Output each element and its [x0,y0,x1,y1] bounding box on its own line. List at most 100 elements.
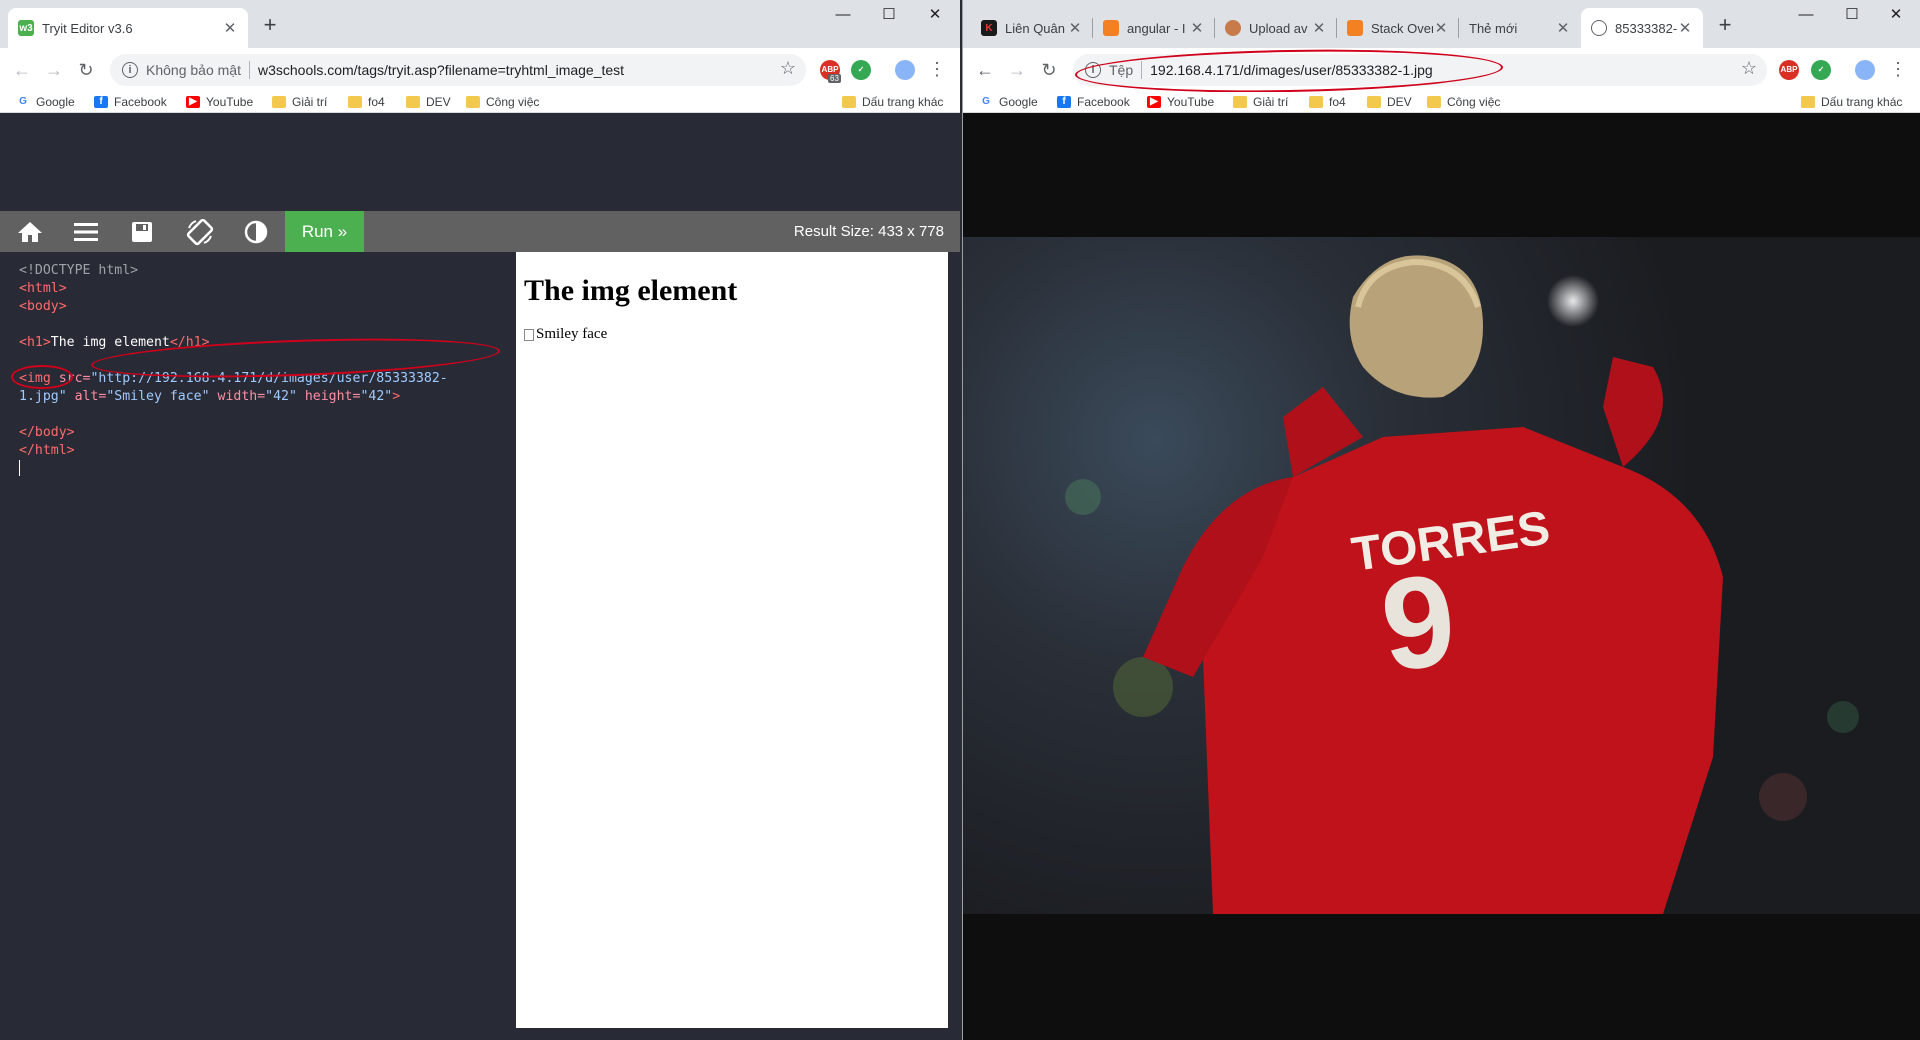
tab-upload[interactable]: Upload av ✕ [1215,8,1337,48]
menu-list-icon[interactable] [66,211,106,252]
tab-lien-quan[interactable]: K Liên Quân ✕ [971,8,1093,48]
google-icon: G [19,96,27,107]
bookmark-folder-dev[interactable]: DEV [406,92,451,112]
code-line: </body> [19,425,75,440]
code-editor[interactable]: <!DOCTYPE html> <html> <body> <h1>The im… [11,252,506,1027]
menu-icon[interactable]: ⋮ [1889,58,1907,82]
bookmark-folder-fo4[interactable]: fo4 [1309,92,1346,112]
close-tab-icon[interactable]: ✕ [1067,19,1083,37]
bookmarks-bar: G Google f Facebook ▶ YouTube Giải trí fo4 … [963,92,1920,113]
tab-tryit-editor[interactable]: w3 Tryit Editor v3.6 ✕ [8,8,248,48]
folder-icon [406,96,420,108]
close-tab-icon[interactable]: ✕ [1189,19,1205,37]
menu-icon[interactable]: ⋮ [928,58,946,82]
game-favicon-icon: K [981,20,997,36]
bookmark-youtube[interactable]: ▶ YouTube [186,92,253,112]
folder-icon [466,96,480,108]
other-bookmarks[interactable]: Dấu trang khác [842,92,943,112]
bookmark-star-icon[interactable]: ☆ [780,58,796,79]
close-tab-icon[interactable]: ✕ [1433,19,1449,37]
bookmark-folder-dev[interactable]: DEV [1367,92,1412,112]
close-window-button[interactable]: ✕ [1873,0,1919,32]
minimize-window-button[interactable]: — [1783,0,1829,32]
extension-badge: 63 [828,74,841,83]
broken-image: Smiley face [524,326,940,343]
tryit-page: Run » Result Size: 433 x 778 <!DOCTYPE h… [0,113,960,1040]
url-text: w3schools.com/tags/tryit.asp?filename=tr… [257,62,625,78]
bookmark-google[interactable]: G Google [979,92,1038,112]
new-tab-button[interactable]: + [1711,12,1739,40]
reload-icon[interactable]: ↻ [72,56,100,84]
avatar-favicon-icon [1225,20,1241,36]
code-line: <img src="http://192.168.4.171/d/images/… [19,371,448,386]
home-icon[interactable] [10,211,50,252]
bookmark-folder-cong-viec[interactable]: Công việc [1427,92,1500,112]
bookmark-folder-fo4[interactable]: fo4 [348,92,385,112]
minimize-window-button[interactable]: — [820,0,866,32]
result-size-label: Result Size: 433 x 778 [793,223,944,240]
maximize-window-button[interactable]: ☐ [1829,0,1875,32]
close-tab-icon[interactable]: ✕ [222,19,238,37]
image-viewer: TORRES 9 [963,113,1920,1040]
close-tab-icon[interactable]: ✕ [1677,19,1693,37]
right-browser-window: K Liên Quân ✕ angular - I ✕ Upload av ✕ … [962,0,1920,1040]
new-tab-button[interactable]: + [256,12,284,40]
image-alt-text: Smiley face [536,326,608,342]
folder-icon [1801,96,1815,108]
broken-image-icon [524,328,534,341]
profile-avatar[interactable] [1855,60,1875,80]
bookmark-folder-giai-tri[interactable]: Giải trí [1233,92,1288,112]
theme-toggle-icon[interactable] [236,211,276,252]
code-line: <html> [19,281,67,296]
extension-icon[interactable]: ✓ [1811,60,1831,80]
forward-icon[interactable]: → [40,56,68,84]
security-label: Không bảo mật [146,62,241,78]
maximize-window-button[interactable]: ☐ [866,0,912,32]
google-icon: G [982,96,990,107]
close-tab-icon[interactable]: ✕ [1311,19,1327,37]
extension-icon[interactable]: ✓ [851,60,871,80]
address-bar[interactable]: i Tệp 192.168.4.171/d/images/user/853333… [1073,54,1767,86]
bookmark-folder-cong-viec[interactable]: Công việc [466,92,539,112]
tab-angular[interactable]: angular - I ✕ [1093,8,1215,48]
forward-icon[interactable]: → [1003,56,1031,84]
folder-icon [842,96,856,108]
jersey-number: 9 [1375,546,1462,699]
tab-image[interactable]: 85333382- ✕ [1581,8,1703,48]
save-icon[interactable] [122,211,162,252]
code-line [19,460,498,478]
run-button[interactable]: Run » [285,211,364,252]
bookmark-youtube[interactable]: ▶ YouTube [1147,92,1214,112]
address-bar[interactable]: i Không bảo mật w3schools.com/tags/tryit… [110,54,806,86]
back-icon[interactable]: ← [8,56,36,84]
security-label: Tệp [1109,62,1134,78]
tryit-toolbar: Run » Result Size: 433 x 778 [0,211,960,252]
close-tab-icon[interactable]: ✕ [1555,19,1571,37]
other-bookmarks[interactable]: Dấu trang khác [1801,92,1902,112]
football-player-photo[interactable]: TORRES 9 [963,237,1920,914]
info-icon[interactable]: i [122,62,138,78]
bookmark-star-icon[interactable]: ☆ [1741,58,1757,79]
bookmark-facebook[interactable]: f Facebook [94,92,167,112]
bookmark-facebook[interactable]: f Facebook [1057,92,1130,112]
profile-avatar[interactable] [895,60,915,80]
close-window-button[interactable]: ✕ [912,0,958,32]
w3schools-favicon-icon: w3 [18,20,34,36]
stackoverflow-favicon-icon [1347,20,1363,36]
back-icon[interactable]: ← [971,56,999,84]
result-frame[interactable]: The img element Smiley face [516,252,948,1028]
info-icon[interactable]: i [1085,62,1101,78]
code-line: 1.jpg" alt="Smiley face" width="42" heig… [19,389,401,404]
code-line: </html> [19,443,75,458]
tab-new[interactable]: Thẻ mới ✕ [1459,8,1581,48]
bookmark-folder-giai-tri[interactable]: Giải trí [272,92,327,112]
reload-icon[interactable]: ↻ [1035,56,1063,84]
stackoverflow-favicon-icon [1103,20,1119,36]
bookmarks-bar: G Google f Facebook ▶ YouTube Giải trí fo4 … [0,92,960,113]
rotate-layout-icon[interactable] [180,211,220,252]
folder-icon [1367,96,1381,108]
adblock-icon[interactable]: ABP [1779,60,1799,80]
tab-stack-overflow[interactable]: Stack Over ✕ [1337,8,1459,48]
bookmark-google[interactable]: G Google [16,92,75,112]
